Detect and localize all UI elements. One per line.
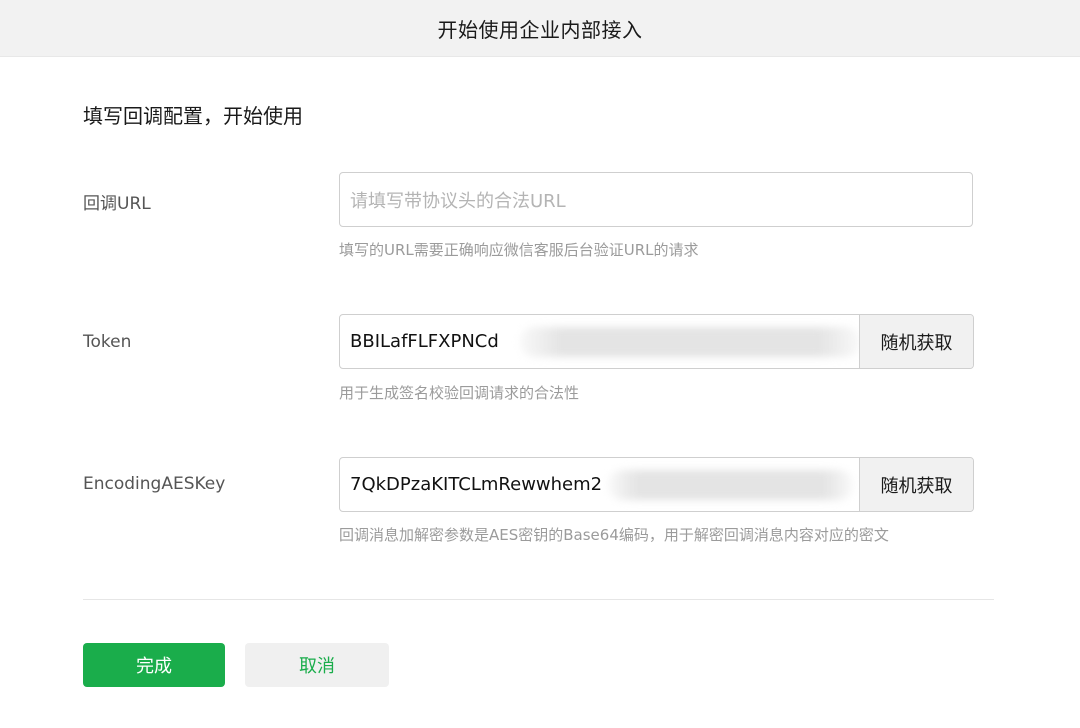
aes-key-redacted-area — [608, 470, 853, 500]
token-value: BBILafFLFXPNCd — [350, 331, 499, 352]
aes-key-value: 7QkDPzaKITCLmRewwhem2 — [350, 474, 603, 495]
callback-url-placeholder: 请填写带协议头的合法URL — [350, 190, 566, 212]
token-random-button[interactable]: 随机获取 — [859, 315, 973, 368]
token-input[interactable]: BBILafFLFXPNCd 随机获取 — [339, 314, 974, 369]
cancel-button[interactable]: 取消 — [245, 643, 389, 687]
token-label: Token — [83, 332, 132, 352]
confirm-button[interactable]: 完成 — [83, 643, 225, 687]
section-title: 填写回调配置，开始使用 — [83, 104, 303, 128]
callback-url-label: 回调URL — [83, 194, 151, 214]
aes-key-label: EncodingAESKey — [83, 474, 226, 494]
title-bar: 开始使用企业内部接入 — [0, 0, 1080, 57]
aes-key-random-button[interactable]: 随机获取 — [859, 458, 973, 511]
aes-key-hint: 回调消息加解密参数是AES密钥的Base64编码，用于解密回调消息内容对应的密文 — [339, 526, 889, 544]
token-hint: 用于生成签名校验回调请求的合法性 — [339, 384, 580, 402]
callback-url-input[interactable]: 请填写带协议头的合法URL — [339, 172, 973, 227]
footer-divider — [83, 599, 994, 600]
aes-key-input[interactable]: 7QkDPzaKITCLmRewwhem2 随机获取 — [339, 457, 974, 512]
callback-url-hint: 填写的URL需要正确响应微信客服后台验证URL的请求 — [339, 241, 699, 259]
window-title: 开始使用企业内部接入 — [437, 17, 643, 42]
token-redacted-area — [520, 327, 860, 357]
